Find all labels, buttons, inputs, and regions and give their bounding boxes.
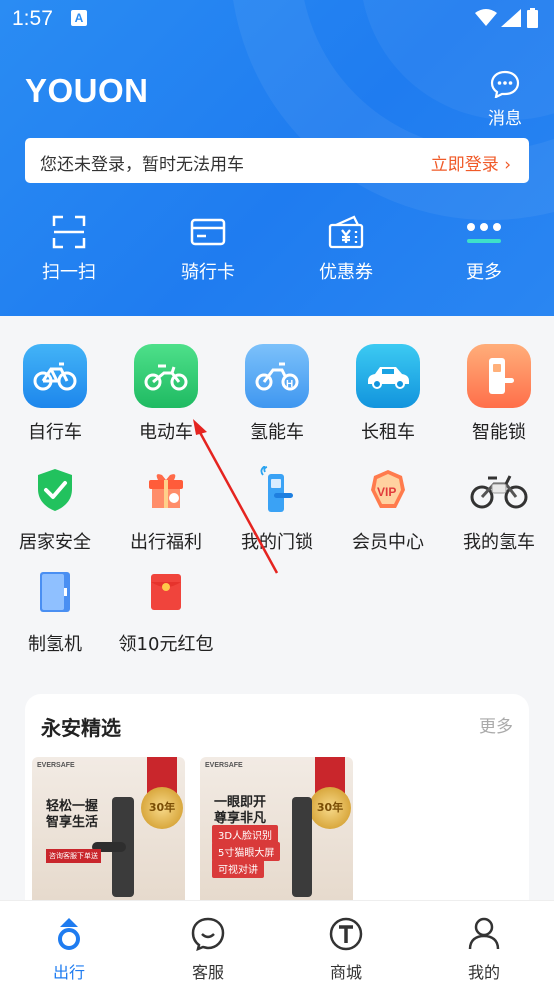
bottom-nav: 出行 客服 商城 我的 <box>0 900 554 984</box>
login-banner[interactable]: 您还未登录，暂时无法用车 立即登录 › <box>25 138 529 183</box>
message-label: 消息 <box>488 109 522 129</box>
tab-ride[interactable]: 出行 <box>19 915 119 983</box>
quick-label: 更多 <box>466 262 502 283</box>
card-icon <box>190 218 226 246</box>
product-headline: 一眼即开 尊享非凡 <box>214 795 267 826</box>
signal-icon <box>501 9 521 27</box>
message-button[interactable]: 消息 <box>482 70 528 129</box>
tab-label: 出行 <box>52 963 85 982</box>
quick-label: 扫一扫 <box>42 262 96 283</box>
app-label: 居家安全 <box>19 532 91 553</box>
product-card[interactable]: EVERSAFE 30年 一眼即开 尊享非凡 3D人脸识别 5寸猫眼大屏 可视对… <box>200 757 353 917</box>
notification-a-icon: A <box>71 10 87 26</box>
product-headline: 轻松一握 智享生活 <box>46 799 99 830</box>
tab-profile[interactable]: 我的 <box>434 915 534 983</box>
service-icon <box>191 917 225 951</box>
red-packet-icon <box>151 574 181 610</box>
quick-coupon[interactable]: 优惠券 <box>296 212 396 284</box>
tab-service[interactable]: 客服 <box>158 915 258 983</box>
app-label: 制氢机 <box>28 634 82 655</box>
lock-image <box>292 797 312 897</box>
app-label: 智能锁 <box>472 422 526 443</box>
anniversary-badge: 30年 <box>141 787 183 829</box>
hydrogen-machine-icon <box>40 572 70 612</box>
header: 1:57 A YOUON 消息 您还未登录，暂时无法用车 立即登录 › 扫一扫 … <box>0 0 554 316</box>
app-logo: YOUON <box>25 72 149 109</box>
featured-title: 永安精选 <box>41 716 121 740</box>
my-bike-icon <box>470 475 528 509</box>
app-hydrogen-machine[interactable]: 制氢机 <box>0 564 110 656</box>
ride-icon <box>58 918 80 950</box>
annotation-arrow <box>193 419 279 574</box>
shield-icon <box>38 469 72 511</box>
app-label: 领10元红包 <box>118 634 214 655</box>
app-label: 我的氢车 <box>463 532 535 553</box>
login-now-link[interactable]: 立即登录 › <box>431 150 511 175</box>
profile-icon <box>468 917 500 950</box>
svg-text:VIP: VIP <box>377 485 396 499</box>
quick-riding-card[interactable]: 骑行卡 <box>158 212 258 284</box>
feature-pill: 可视对讲 <box>212 859 264 878</box>
status-bar: 1:57 A <box>0 0 554 38</box>
battery-icon <box>527 8 538 28</box>
product-tag: 咨询客服下单送 <box>46 849 101 863</box>
app-smart-lock[interactable]: 智能锁 <box>444 344 554 444</box>
quick-label: 优惠券 <box>319 262 373 283</box>
product-brand: EVERSAFE <box>205 762 243 769</box>
car-icon <box>368 367 409 389</box>
app-label: 会员中心 <box>352 532 424 553</box>
app-home-security[interactable]: 居家安全 <box>0 462 110 554</box>
product-brand: EVERSAFE <box>37 762 75 769</box>
coupon-icon <box>328 215 364 249</box>
quick-label: 骑行卡 <box>181 262 235 283</box>
hydrogen-bike-icon: H <box>255 362 299 391</box>
anniversary-badge: 30年 <box>309 787 351 829</box>
chat-bubble-icon <box>490 70 520 99</box>
status-time: 1:57 <box>12 7 53 30</box>
mall-icon <box>329 917 363 951</box>
login-tip: 您还未登录，暂时无法用车 <box>40 155 244 175</box>
tab-label: 商城 <box>329 963 362 982</box>
tab-mall[interactable]: 商城 <box>296 915 396 983</box>
quick-more[interactable]: 更多 <box>434 212 534 284</box>
app-member-center[interactable]: VIP 会员中心 <box>333 462 443 554</box>
gift-icon <box>149 474 183 508</box>
bicycle-icon <box>33 362 77 391</box>
tab-label: 客服 <box>191 963 224 982</box>
app-my-hydrogen-bike[interactable]: 我的氢车 <box>444 462 554 554</box>
featured-section: 永安精选 更多 EVERSAFE 30年 轻松一握 智享生活 咨询客服下单送 E… <box>25 694 529 934</box>
svg-text:H: H <box>286 379 293 390</box>
wifi-icon <box>475 9 497 26</box>
tab-label: 我的 <box>467 963 500 982</box>
vip-icon: VIP <box>371 470 405 508</box>
smart-lock-icon <box>489 358 514 394</box>
more-icon <box>467 223 501 243</box>
quick-scan[interactable]: 扫一扫 <box>19 212 119 284</box>
ebike-icon <box>144 364 188 391</box>
app-long-rent-car[interactable]: 长租车 <box>333 344 443 444</box>
featured-more-link[interactable]: 更多 <box>479 712 513 737</box>
scan-icon <box>52 215 86 249</box>
app-label: 自行车 <box>28 422 82 443</box>
product-card[interactable]: EVERSAFE 30年 轻松一握 智享生活 咨询客服下单送 <box>32 757 185 917</box>
app-label: 长租车 <box>361 422 415 443</box>
app-bicycle[interactable]: 自行车 <box>0 344 110 444</box>
